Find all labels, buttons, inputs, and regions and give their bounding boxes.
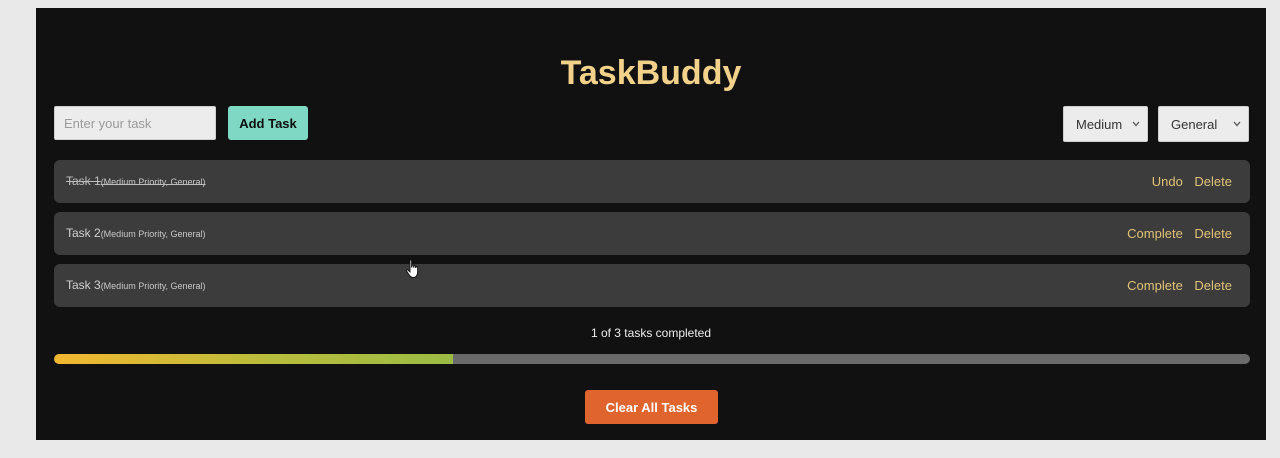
category-select[interactable]: General bbox=[1158, 106, 1249, 142]
task-row: Task 3(Medium Priority, General) Complet… bbox=[54, 264, 1250, 307]
task-row: Task 2(Medium Priority, General) Complet… bbox=[54, 212, 1250, 255]
task-actions: Complete Delete bbox=[1119, 278, 1232, 293]
hand-cursor-icon bbox=[406, 259, 419, 278]
add-task-button[interactable]: Add Task bbox=[228, 106, 308, 140]
undo-button[interactable]: Undo bbox=[1152, 174, 1183, 189]
task-text: Task 3(Medium Priority, General) bbox=[66, 278, 206, 292]
app-container: TaskBuddy Add Task Medium General Task 1… bbox=[36, 8, 1266, 440]
task-row: Task 1(Medium Priority, General) Undo De… bbox=[54, 160, 1250, 203]
task-meta: (Medium Priority, General) bbox=[100, 177, 206, 187]
delete-button[interactable]: Delete bbox=[1194, 226, 1232, 241]
task-actions: Complete Delete bbox=[1119, 226, 1232, 241]
category-select-value: General bbox=[1171, 116, 1218, 132]
clear-all-tasks-button[interactable]: Clear All Tasks bbox=[585, 390, 718, 424]
chevron-down-icon bbox=[1233, 121, 1241, 127]
task-name: Task 2 bbox=[66, 226, 101, 240]
delete-button[interactable]: Delete bbox=[1194, 174, 1232, 189]
task-input[interactable] bbox=[54, 106, 216, 140]
complete-button[interactable]: Complete bbox=[1127, 278, 1183, 293]
progress-bar bbox=[54, 354, 1250, 364]
app-title: TaskBuddy bbox=[560, 54, 742, 92]
task-text: Task 1(Medium Priority, General) bbox=[66, 174, 206, 188]
progress-bar-fill bbox=[54, 354, 453, 364]
priority-select-value: Medium bbox=[1076, 116, 1123, 132]
task-actions: Undo Delete bbox=[1144, 174, 1232, 189]
complete-button[interactable]: Complete bbox=[1127, 226, 1183, 241]
chevron-down-icon bbox=[1132, 121, 1140, 127]
task-meta: (Medium Priority, General) bbox=[100, 229, 206, 239]
task-meta: (Medium Priority, General) bbox=[100, 281, 206, 291]
task-name: Task 1 bbox=[66, 174, 101, 188]
progress-text: 1 of 3 tasks completed bbox=[590, 326, 712, 340]
delete-button[interactable]: Delete bbox=[1194, 278, 1232, 293]
task-name: Task 3 bbox=[66, 278, 101, 292]
task-text: Task 2(Medium Priority, General) bbox=[66, 226, 206, 240]
priority-select[interactable]: Medium bbox=[1063, 106, 1148, 142]
